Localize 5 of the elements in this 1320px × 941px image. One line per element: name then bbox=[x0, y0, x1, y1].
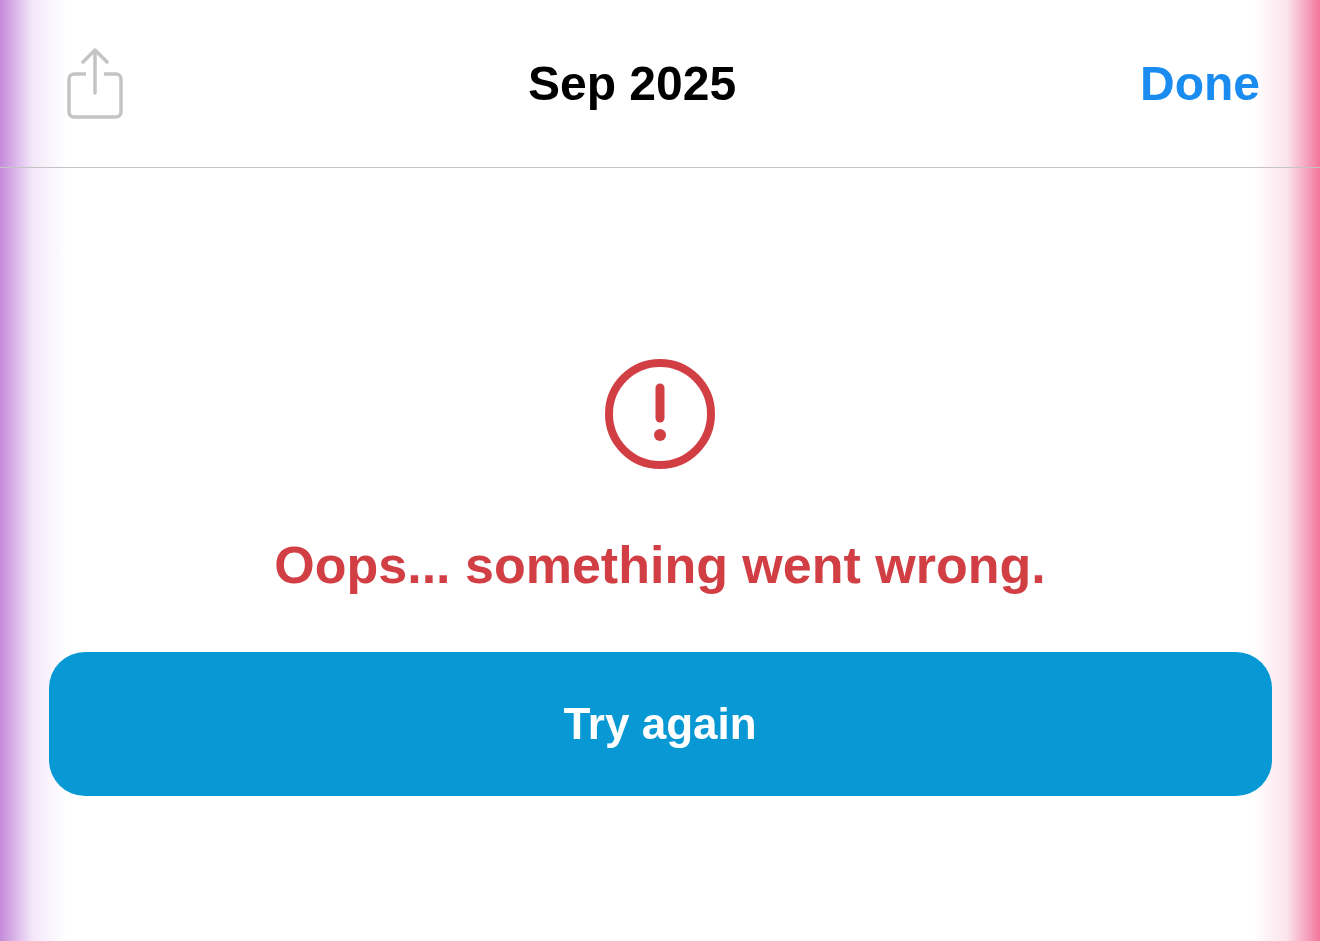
try-again-button[interactable]: Try again bbox=[48, 652, 1272, 796]
error-icon bbox=[604, 358, 716, 470]
done-button[interactable]: Done bbox=[1140, 47, 1260, 120]
screen-title: Sep 2025 bbox=[527, 55, 737, 112]
error-message: Oops... something went wrong. bbox=[274, 535, 1046, 596]
